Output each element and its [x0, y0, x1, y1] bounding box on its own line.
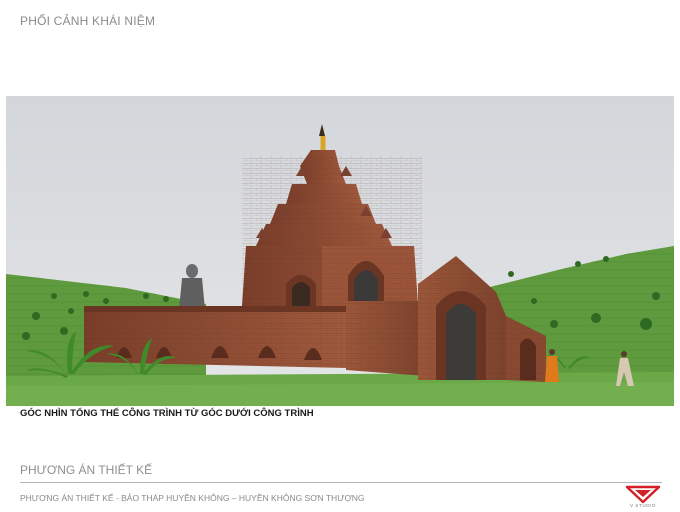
section-title: PHƯƠNG ÁN THIẾT KẾ: [20, 463, 153, 477]
architecture-render: [6, 96, 674, 406]
v-logo-icon: [625, 485, 661, 504]
page-title: PHỐI CẢNH KHÁI NIỆM: [20, 14, 156, 28]
project-name: PHƯƠNG ÁN THIẾT KẾ - BẢO THÁP HUYỀN KHÔN…: [20, 493, 365, 503]
footer-divider: [20, 482, 662, 483]
render-caption: GÓC NHÌN TỔNG THỂ CÔNG TRÌNH TỪ GÓC DƯỚI…: [20, 408, 314, 419]
studio-logo: V STUDIO: [624, 484, 662, 510]
logo-text: V STUDIO: [629, 503, 657, 508]
